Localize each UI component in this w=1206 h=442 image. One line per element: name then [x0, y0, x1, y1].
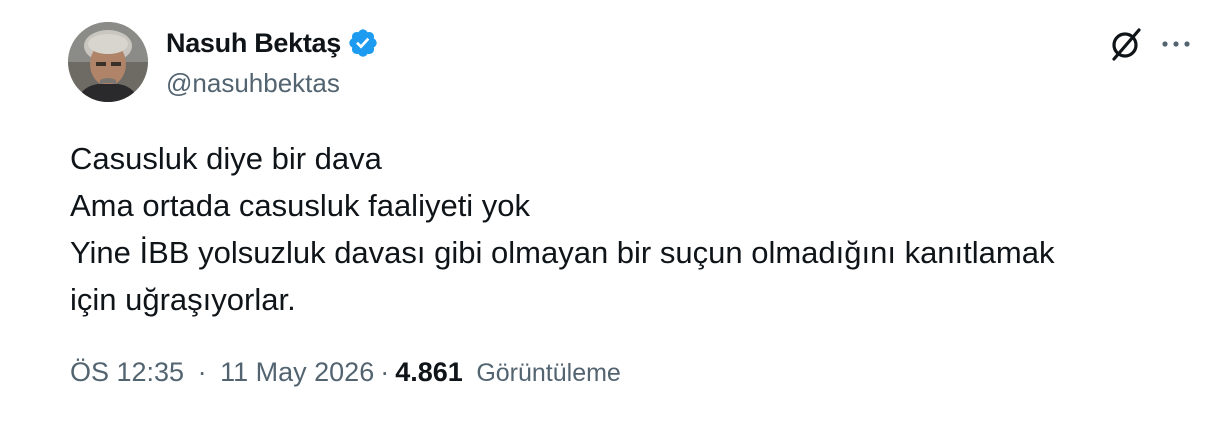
- tweet-text-line: Ama ortada casusluk faaliyeti yok: [70, 188, 531, 223]
- tweet-text-line: Yine İBB yolsuzluk davası gibi olmayan b…: [70, 235, 1055, 270]
- views-count: 4.861: [395, 357, 463, 387]
- author-handle[interactable]: @nasuhbektas: [166, 68, 379, 99]
- verified-badge-icon[interactable]: [347, 27, 379, 59]
- author-block: Nasuh Bektaş @nasuhbektas: [166, 24, 379, 99]
- avatar[interactable]: [68, 22, 148, 102]
- meta-separator: ·: [380, 357, 390, 387]
- name-row: Nasuh Bektaş: [166, 24, 379, 62]
- tweet-text: Casusluk diye bir dava Ama ortada casusl…: [70, 135, 1180, 323]
- views-link[interactable]: 4.861 Görüntüleme: [395, 357, 621, 388]
- tweet-actions-top: [1108, 24, 1194, 64]
- more-options-icon[interactable]: [1158, 24, 1194, 64]
- avatar-photo: [68, 22, 148, 102]
- tweet-time: ÖS 12:35: [70, 357, 185, 387]
- tweet-text-line: için uğraşıyorlar.: [70, 282, 296, 317]
- tweet-date: 11 May 2026: [220, 357, 375, 387]
- tweet-meta: ÖS 12:35 · 11 May 2026 · 4.861 Görüntüle…: [70, 357, 621, 388]
- tweet-timestamp[interactable]: ÖS 12:35 · 11 May 2026: [70, 357, 374, 388]
- grok-icon[interactable]: [1108, 24, 1144, 64]
- tweet-text-line: Casusluk diye bir dava: [70, 141, 382, 176]
- tweet-card: Nasuh Bektaş @nasuhbektas Casusluk diye …: [0, 0, 1206, 442]
- views-label: Görüntüleme: [476, 359, 621, 387]
- display-name[interactable]: Nasuh Bektaş: [166, 28, 341, 59]
- meta-separator: ·: [197, 357, 207, 387]
